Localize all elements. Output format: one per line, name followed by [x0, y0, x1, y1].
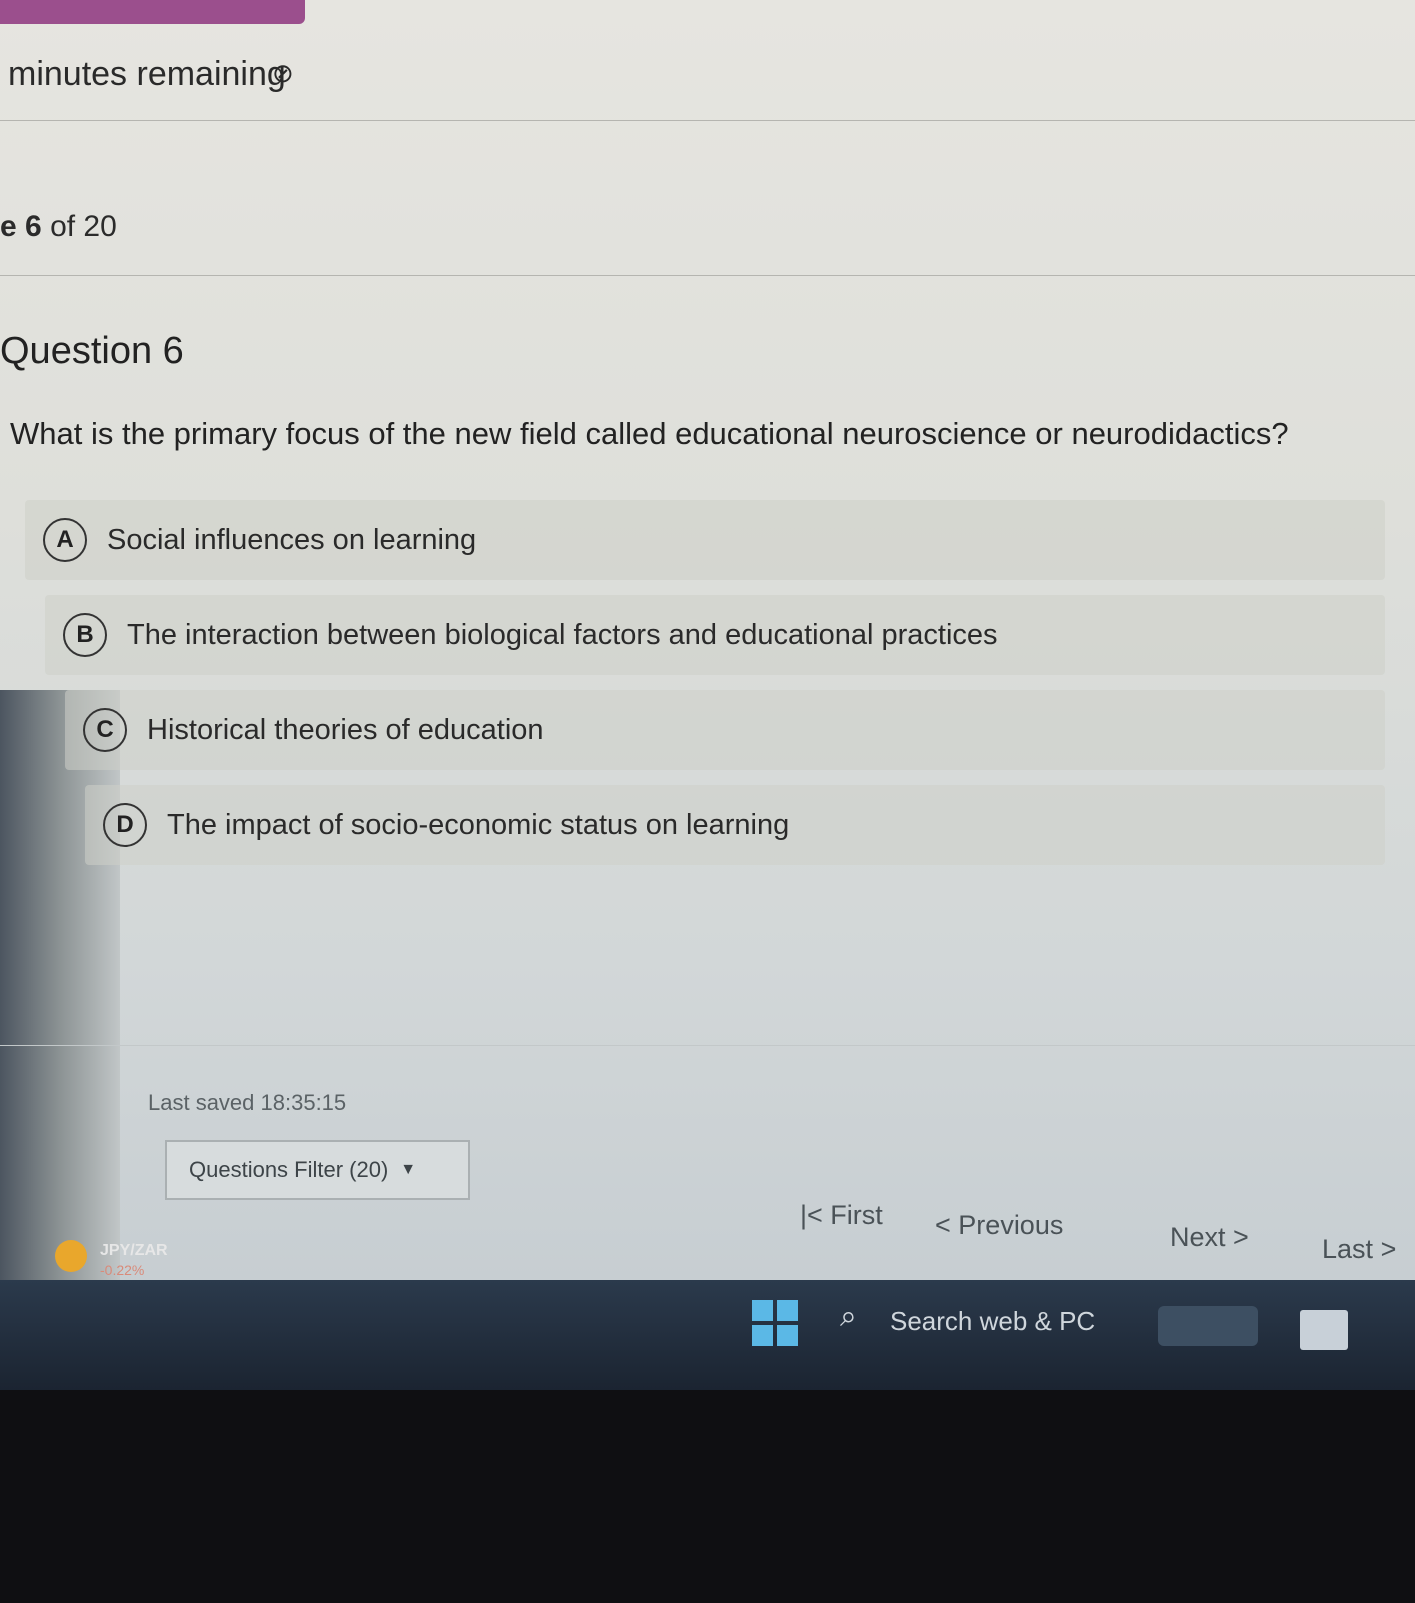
- page-current: 6: [25, 210, 42, 243]
- sidebar-shade: [0, 690, 120, 1280]
- option-a[interactable]: A Social influences on learning: [25, 500, 1385, 580]
- previous-button[interactable]: < Previous: [935, 1210, 1063, 1241]
- screen: minutes remaining ⊘ e 6 of 20 Question 6…: [0, 0, 1415, 1603]
- ticker-change: -0.22%: [100, 1262, 145, 1278]
- first-button[interactable]: |< First: [800, 1200, 883, 1231]
- chevron-left-icon: <: [935, 1210, 951, 1240]
- taskbar-app-icon[interactable]: [1300, 1310, 1348, 1350]
- divider: [0, 275, 1415, 276]
- page-counter: e 6 of 20: [0, 210, 117, 244]
- timer-text: minutes remaining: [8, 55, 286, 93]
- weather-icon[interactable]: [55, 1240, 87, 1272]
- option-letter: A: [43, 518, 87, 562]
- taskbar: JPY/ZAR -0.22% ⌕ Search web & PC: [0, 1240, 1415, 1390]
- exam-page: minutes remaining ⊘ e 6 of 20 Question 6…: [0, 0, 1415, 1280]
- monitor-bezel: [0, 1390, 1415, 1603]
- first-icon: |<: [800, 1200, 823, 1230]
- ticker-name[interactable]: JPY/ZAR: [100, 1242, 168, 1260]
- divider: [0, 120, 1415, 121]
- eye-slash-icon[interactable]: ⊘: [272, 58, 294, 89]
- taskbar-search-input[interactable]: Search web & PC: [890, 1306, 1095, 1337]
- windows-logo-icon[interactable]: [752, 1300, 798, 1346]
- tray-widget[interactable]: [1158, 1306, 1258, 1346]
- last-button[interactable]: Last >: [1322, 1234, 1396, 1265]
- page-total: of 20: [50, 210, 117, 243]
- question-heading: Question 6: [0, 330, 184, 372]
- last-saved-text: Last saved 18:35:15: [148, 1090, 347, 1115]
- next-label: Next: [1170, 1222, 1226, 1252]
- search-icon[interactable]: ⌕: [840, 1300, 857, 1334]
- option-letter: B: [63, 613, 107, 657]
- chevron-right-icon: >: [1233, 1222, 1249, 1252]
- caret-down-icon: ▼: [400, 1161, 417, 1178]
- next-button[interactable]: Next >: [1170, 1222, 1249, 1253]
- option-text: The interaction between biological facto…: [127, 618, 998, 651]
- first-label: First: [830, 1200, 883, 1230]
- last-icon: >: [1380, 1234, 1397, 1264]
- divider: [0, 1045, 1415, 1046]
- previous-label: Previous: [958, 1210, 1064, 1240]
- page-prefix: e: [0, 210, 17, 243]
- option-c[interactable]: C Historical theories of education: [65, 690, 1385, 770]
- last-label: Last: [1322, 1234, 1374, 1264]
- option-text: Historical theories of education: [147, 713, 544, 746]
- time-progress-bar: [0, 0, 305, 24]
- option-b[interactable]: B The interaction between biological fac…: [45, 595, 1385, 675]
- filter-label: Questions Filter (20): [189, 1157, 389, 1182]
- option-text: The impact of socio-economic status on l…: [167, 808, 790, 841]
- question-text: What is the primary focus of the new fie…: [10, 416, 1289, 451]
- option-text: Social influences on learning: [107, 523, 477, 556]
- questions-filter-dropdown[interactable]: Questions Filter (20) ▼: [165, 1140, 470, 1200]
- option-letter: D: [103, 803, 147, 847]
- option-d[interactable]: D The impact of socio-economic status on…: [85, 785, 1385, 865]
- option-letter: C: [83, 708, 127, 752]
